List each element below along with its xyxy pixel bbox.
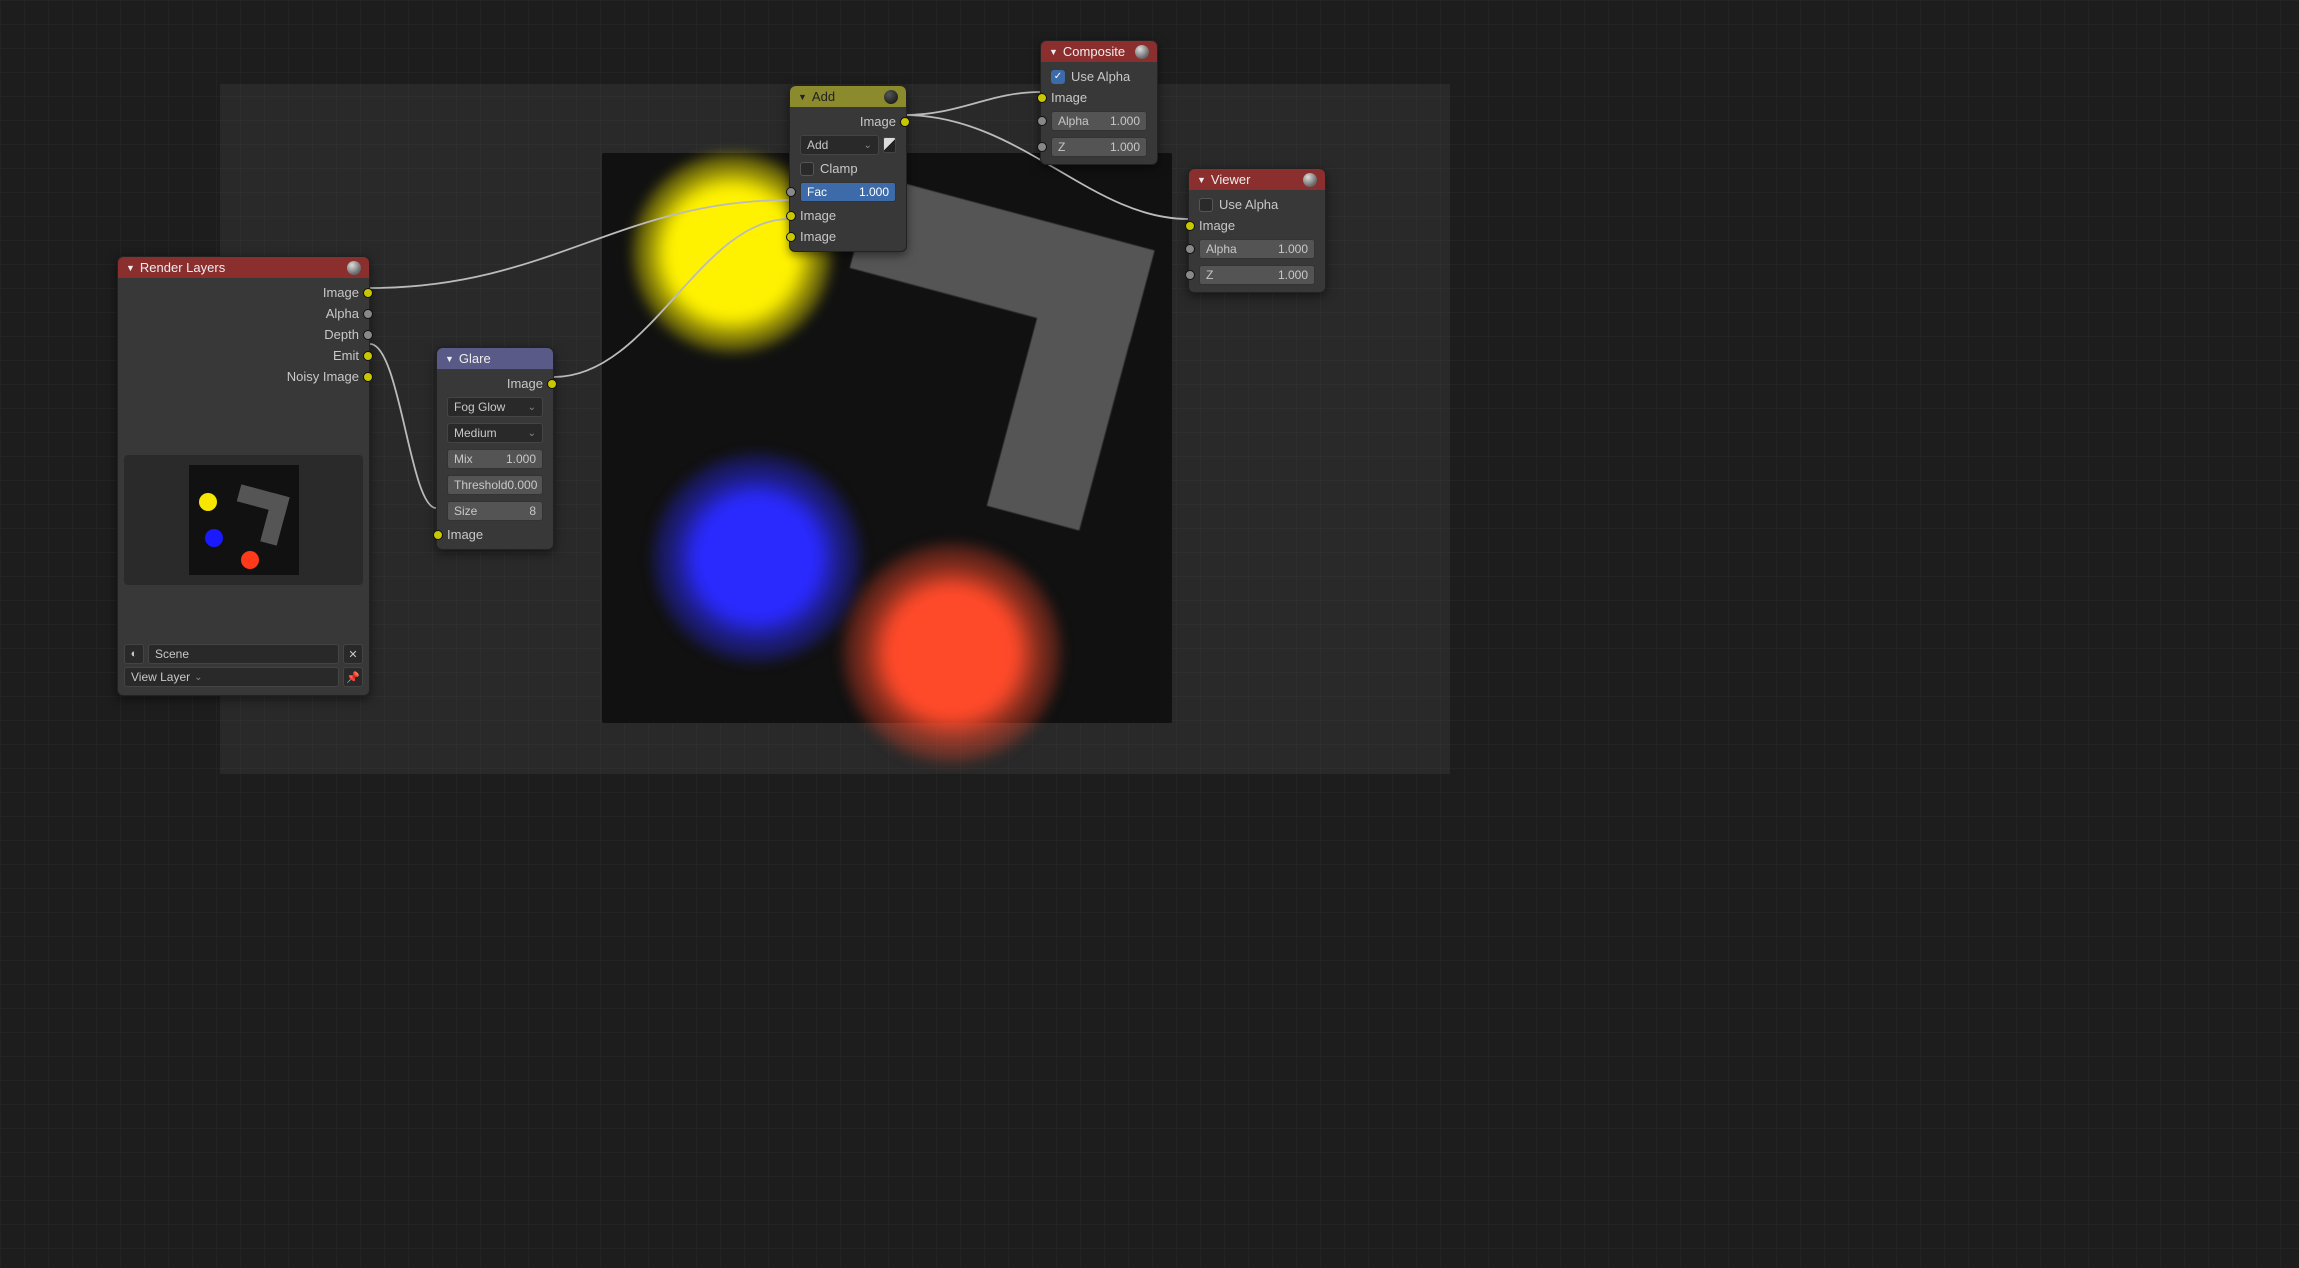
invert-icon[interactable] [883,137,896,153]
output-depth: Depth [124,324,363,345]
socket-in[interactable] [786,187,796,197]
node-header[interactable]: ▼ Glare [437,348,553,369]
output-image: Image [443,373,547,394]
socket-in[interactable] [1037,93,1047,103]
scene-clear[interactable]: ✕ [343,644,363,664]
socket-in[interactable] [433,530,443,540]
output-image: Image [124,282,363,303]
socket-in[interactable] [1185,221,1195,231]
use-alpha-row[interactable]: Use Alpha [1195,194,1319,215]
z-field[interactable]: Z1.000 [1051,137,1147,157]
socket-out[interactable] [363,288,373,298]
collapse-icon: ▼ [445,354,454,364]
blend-mode-select[interactable]: Add⌄ [800,135,879,155]
socket-in[interactable] [1185,244,1195,254]
node-header[interactable]: ▼ Composite [1041,41,1157,62]
preview-icon[interactable] [1303,173,1317,187]
input-image-1: Image [796,205,900,226]
glare-threshold-field[interactable]: Threshold0.000 [447,475,543,495]
preview-blue-glow [652,453,862,663]
alpha-field[interactable]: Alpha1.000 [1199,239,1315,259]
glare-size-field[interactable]: Size8 [447,501,543,521]
glare-quality-select[interactable]: Medium⌄ [447,423,543,443]
output-noisy: Noisy Image [124,366,363,387]
scene-icon[interactable]: ◐ [124,644,144,664]
input-image: Image [443,524,547,545]
scene-select[interactable]: Scene [148,644,339,664]
use-alpha-checkbox[interactable] [1199,198,1213,212]
input-image-2: Image [796,226,900,247]
node-header[interactable]: ▼ Render Layers [118,257,369,278]
preview-icon[interactable] [1135,45,1149,59]
node-title: Composite [1063,44,1125,59]
z-field[interactable]: Z1.000 [1199,265,1315,285]
preview-red-glow [842,543,1062,763]
node-composite[interactable]: ▼ Composite ✓Use Alpha Image Alpha1.000 Z… [1040,40,1158,165]
socket-out[interactable] [363,351,373,361]
use-alpha-row[interactable]: ✓Use Alpha [1047,66,1151,87]
node-header[interactable]: ▼ Add [790,86,906,107]
socket-out[interactable] [900,117,910,127]
input-image: Image [1047,87,1151,108]
collapse-icon: ▼ [1049,47,1058,57]
output-image: Image [796,111,900,132]
clamp-checkbox-row[interactable]: Clamp [796,158,900,179]
node-title: Glare [459,351,491,366]
input-image: Image [1195,215,1319,236]
socket-in[interactable] [1037,142,1047,152]
node-header[interactable]: ▼ Viewer [1189,169,1325,190]
view-layer-select[interactable]: View Layer⌄ [124,667,339,687]
output-alpha: Alpha [124,303,363,324]
socket-out[interactable] [363,309,373,319]
socket-out[interactable] [547,379,557,389]
socket-in[interactable] [786,211,796,221]
socket-in[interactable] [1037,116,1047,126]
preview-icon[interactable] [884,90,898,104]
collapse-icon: ▼ [126,263,135,273]
socket-in[interactable] [786,232,796,242]
node-title: Add [812,89,835,104]
collapse-icon: ▼ [1197,175,1206,185]
output-emit: Emit [124,345,363,366]
node-title: Viewer [1211,172,1251,187]
node-viewer[interactable]: ▼ Viewer Use Alpha Image Alpha1.000 Z1.00… [1188,168,1326,293]
view-layer-pin[interactable]: 📌 [343,667,363,687]
alpha-field[interactable]: Alpha1.000 [1051,111,1147,131]
glare-mix-field[interactable]: Mix1.000 [447,449,543,469]
collapse-icon: ▼ [798,92,807,102]
socket-in[interactable] [1185,270,1195,280]
fac-field[interactable]: Fac1.000 [800,182,896,202]
glare-type-select[interactable]: Fog Glow⌄ [447,397,543,417]
use-alpha-checkbox[interactable]: ✓ [1051,70,1065,84]
render-thumbnail [124,455,363,585]
clamp-checkbox[interactable] [800,162,814,176]
node-render-layers[interactable]: ▼ Render Layers Image Alpha Depth Emit No… [117,256,370,696]
node-glare[interactable]: ▼Glare Image Fog Glow⌄ Medium⌄ Mix1.000 … [436,347,554,550]
preview-icon[interactable] [347,261,361,275]
node-add[interactable]: ▼ Add Image Add⌄ Clamp Fac1.000 Image Ima… [789,85,907,252]
socket-out[interactable] [363,372,373,382]
node-title: Render Layers [140,260,225,275]
socket-out[interactable] [363,330,373,340]
